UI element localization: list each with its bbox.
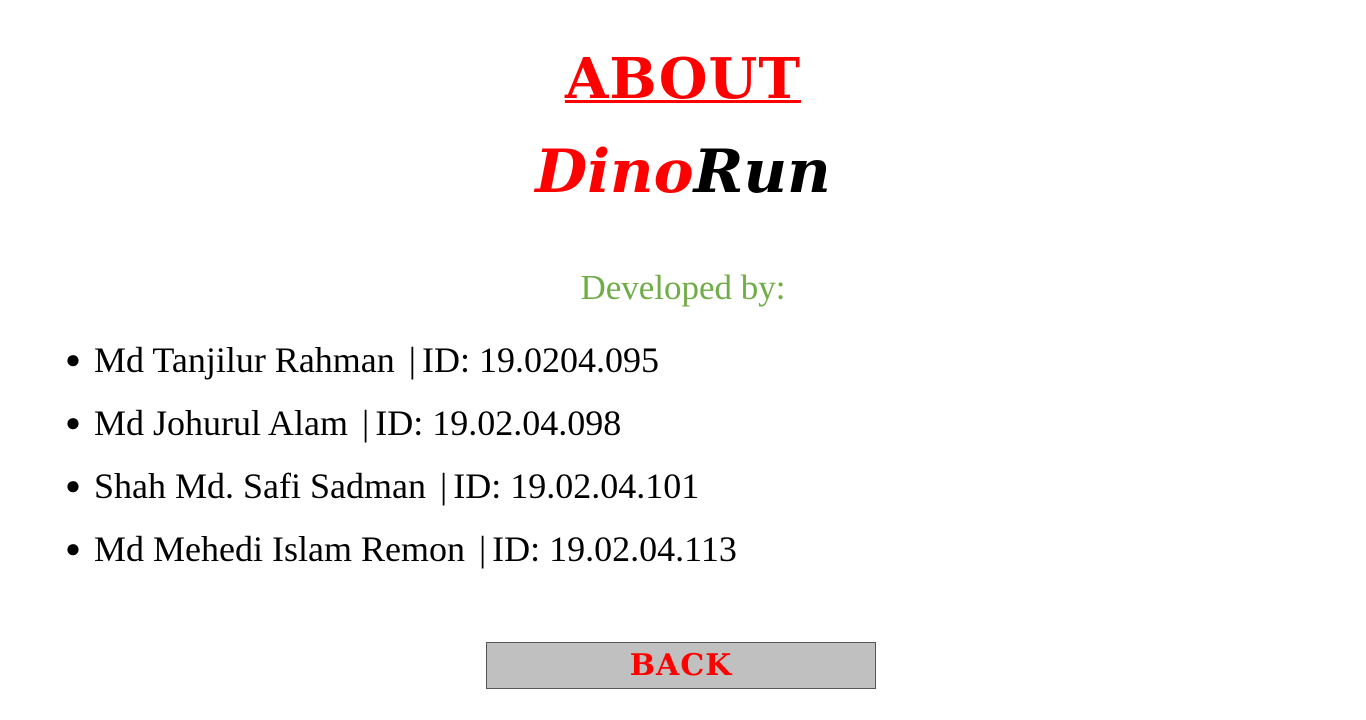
bullet-icon: ● [65, 344, 81, 374]
developer-item: ● Md Johurul Alam | ID: 19.02.04.098 [62, 391, 737, 454]
developer-list: ● Md Tanjilur Rahman | ID: 19.0204.095 ●… [62, 328, 737, 580]
developer-id: ID: 19.02.04.098 [375, 402, 622, 443]
game-name-dino: Dino [535, 137, 694, 207]
separator: | [478, 528, 487, 569]
about-screen: ABOUT DinoRun Developed by: ● Md Tanjilu… [0, 0, 1366, 720]
back-button-label: BACK [629, 648, 733, 683]
developed-by-heading: Developed by: [580, 268, 786, 307]
game-name: DinoRun [0, 134, 1366, 210]
developer-name: Md Mehedi Islam Remon [94, 528, 465, 569]
developer-id: ID: 19.0204.095 [422, 339, 659, 380]
bullet-icon: ● [65, 470, 81, 500]
bullet-icon: ● [65, 407, 81, 437]
separator: | [439, 465, 448, 506]
developer-item: ● Shah Md. Safi Sadman | ID: 19.02.04.10… [62, 454, 737, 517]
separator: | [408, 339, 416, 380]
page-title: ABOUT [564, 46, 802, 112]
game-name-run: Run [693, 137, 831, 207]
developer-item: ● Md Tanjilur Rahman | ID: 19.0204.095 [62, 328, 737, 391]
developer-name: Md Johurul Alam [94, 402, 349, 443]
developer-item: ● Md Mehedi Islam Remon | ID: 19.02.04.1… [62, 517, 737, 580]
separator: | [362, 402, 370, 443]
back-button[interactable]: BACK [486, 642, 876, 689]
developer-id: ID: 19.02.04.113 [492, 528, 737, 569]
developer-name: Shah Md. Safi Sadman [94, 465, 426, 506]
developer-name: Md Tanjilur Rahman [94, 339, 395, 380]
developer-id: ID: 19.02.04.101 [453, 465, 700, 506]
bullet-icon: ● [65, 533, 81, 563]
